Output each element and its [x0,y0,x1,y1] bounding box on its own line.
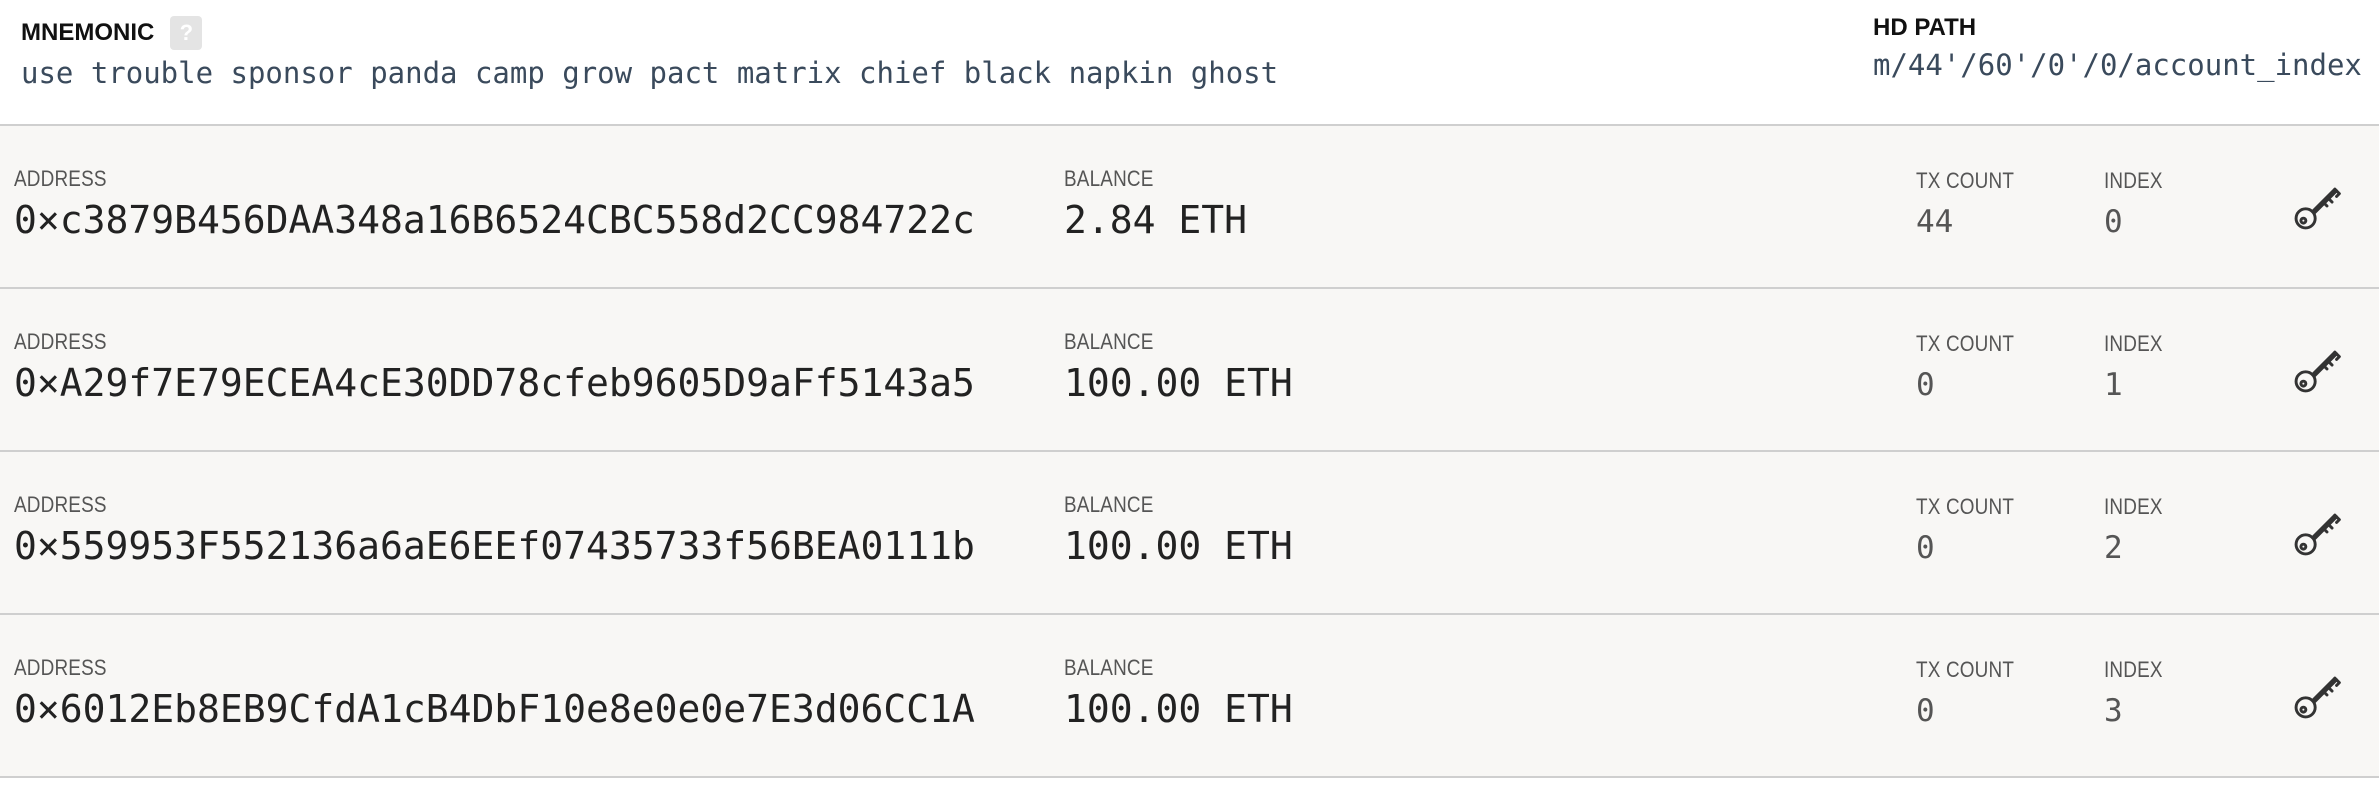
index-value: 3 [2104,693,2123,729]
address-field: ADDRESS 0×559953F552136a6aE6EEf07435733f… [14,492,975,568]
mnemonic-label-row: MNEMONIC ? [21,16,1278,50]
hd-path-section: HD PATH m/44'/60'/0'/0/account_index [1873,14,2362,82]
show-keys-button[interactable] [2290,341,2346,397]
tx-count-field: TX COUNT 0 [1916,494,2030,566]
balance-value: 2.84 ETH [1064,198,1248,242]
address-value[interactable]: 0×559953F552136a6aE6EEf07435733f56BEA011… [14,524,975,568]
balance-label: BALANCE [1064,492,1154,517]
tx-count-value: 44 [1916,204,1954,240]
tx-count-value: 0 [1916,530,1935,566]
mnemonic-label: MNEMONIC [21,19,155,46]
balance-label: BALANCE [1064,329,1154,354]
balance-field: BALANCE 100.00 ETH [1064,655,1293,731]
address-field: ADDRESS 0×c3879B456DAA348a16B6524CBC558d… [14,166,975,242]
address-label: ADDRESS [14,329,107,354]
balance-field: BALANCE 100.00 ETH [1064,329,1293,405]
tx-count-label: TX COUNT [1916,657,2015,682]
key-icon [2294,513,2341,556]
key-icon [2294,350,2341,393]
address-label: ADDRESS [14,492,107,517]
index-label: INDEX [2104,168,2163,193]
index-value: 0 [2104,204,2123,240]
tx-count-field: TX COUNT 0 [1916,331,2030,403]
balance-field: BALANCE 2.84 ETH [1064,166,1247,242]
tx-count-label: TX COUNT [1916,331,2015,356]
tx-count-label: TX COUNT [1916,168,2015,193]
key-icon [2294,187,2341,230]
index-field: INDEX 1 [2104,331,2172,403]
show-keys-button[interactable] [2290,178,2346,234]
account-row: ADDRESS 0×6012Eb8EB9CfdA1cB4DbF10e8e0e0e… [0,615,2379,778]
balance-value: 100.00 ETH [1064,687,1293,731]
key-icon [2294,676,2341,719]
balance-value: 100.00 ETH [1064,361,1293,405]
hd-path-label: HD PATH [1873,14,1977,41]
question-mark-icon[interactable]: ? [170,16,203,50]
balance-field: BALANCE 100.00 ETH [1064,492,1293,568]
balance-label: BALANCE [1064,166,1154,191]
index-label: INDEX [2104,494,2163,519]
tx-count-field: TX COUNT 0 [1916,657,2030,729]
tx-count-label: TX COUNT [1916,494,2015,519]
show-keys-button[interactable] [2290,504,2346,560]
hd-path-value: m/44'/60'/0'/0/account_index [1873,48,2362,82]
index-field: INDEX 2 [2104,494,2172,566]
mnemonic-section: MNEMONIC ? use trouble sponsor panda cam… [21,16,1278,90]
balance-value: 100.00 ETH [1064,524,1293,568]
index-label: INDEX [2104,657,2163,682]
address-value[interactable]: 0×c3879B456DAA348a16B6524CBC558d2CC98472… [14,198,975,242]
accounts-list: ADDRESS 0×c3879B456DAA348a16B6524CBC558d… [0,126,2379,778]
account-row: ADDRESS 0×A29f7E79ECEA4cE30DD78cfeb9605D… [0,289,2379,452]
address-field: ADDRESS 0×A29f7E79ECEA4cE30DD78cfeb9605D… [14,329,975,405]
tx-count-value: 0 [1916,367,1935,403]
address-value[interactable]: 0×6012Eb8EB9CfdA1cB4DbF10e8e0e0e7E3d06CC… [14,687,975,731]
account-row: ADDRESS 0×559953F552136a6aE6EEf07435733f… [0,452,2379,615]
mnemonic-phrase: use trouble sponsor panda camp grow pact… [21,56,1279,90]
balance-label: BALANCE [1064,655,1154,680]
address-value[interactable]: 0×A29f7E79ECEA4cE30DD78cfeb9605D9aFf5143… [14,361,975,405]
index-field: INDEX 0 [2104,168,2172,240]
tx-count-field: TX COUNT 44 [1916,168,2030,240]
address-field: ADDRESS 0×6012Eb8EB9CfdA1cB4DbF10e8e0e0e… [14,655,975,731]
tx-count-value: 0 [1916,693,1935,729]
index-label: INDEX [2104,331,2163,356]
address-label: ADDRESS [14,166,107,191]
show-keys-button[interactable] [2290,667,2346,723]
index-field: INDEX 3 [2104,657,2172,729]
account-row: ADDRESS 0×c3879B456DAA348a16B6524CBC558d… [0,126,2379,289]
wallet-header: MNEMONIC ? use trouble sponsor panda cam… [0,0,2379,126]
index-value: 1 [2104,367,2123,403]
address-label: ADDRESS [14,655,107,680]
index-value: 2 [2104,530,2123,566]
